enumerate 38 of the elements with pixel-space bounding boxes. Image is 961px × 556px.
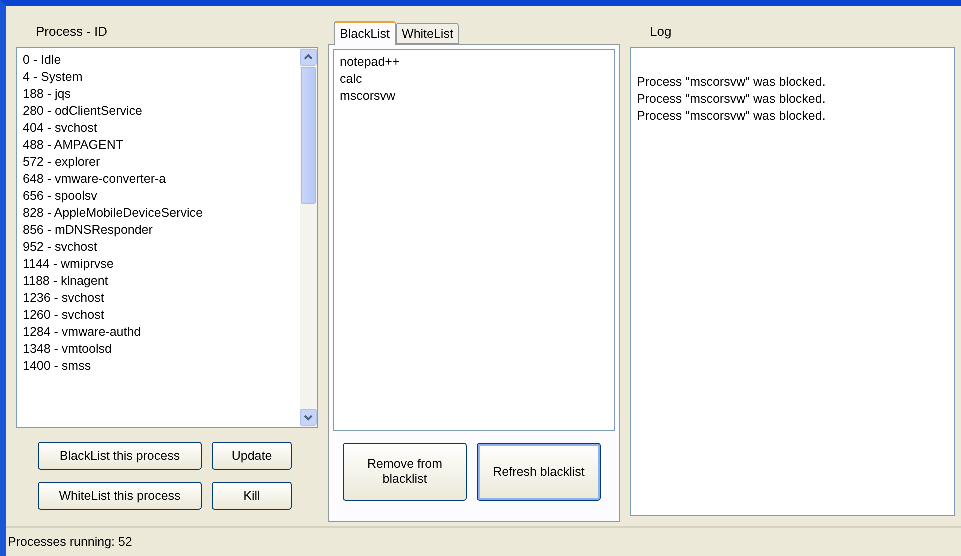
process-item[interactable]: 1348 - vmtoolsd [23,341,294,358]
tab[interactable]: BlackList [334,21,396,45]
process-item[interactable]: 1260 - svchost [23,307,294,324]
scroll-up-icon[interactable] [300,49,317,66]
process-item[interactable]: 1188 - klnagent [23,273,294,290]
list-item[interactable]: mscorsvw [340,88,608,105]
process-item[interactable]: 856 - mDNSResponder [23,222,294,239]
panel-title: Process - ID [35,23,109,41]
process-item[interactable]: 404 - svchost [23,120,294,137]
list-item[interactable]: notepad++ [340,54,608,71]
action-button[interactable]: WhiteList this process [38,482,202,510]
process-item[interactable]: 280 - odClientService [23,103,294,120]
log-line: Process "mscorsvw" was blocked. [637,91,827,108]
action-button[interactable]: Remove from blacklist [343,443,467,501]
process-item[interactable]: 648 - vmware-converter-a [23,171,294,188]
action-button[interactable]: Update [212,442,292,470]
process-item[interactable]: 4 - System [23,69,294,86]
process-item[interactable]: 1400 - smss [23,358,294,375]
action-button[interactable]: Kill [212,482,292,510]
log-line: Process "mscorsvw" was blocked. [637,108,827,125]
action-button[interactable]: BlackList this process [38,442,202,470]
process-item[interactable]: 488 - AMPAGENT [23,137,294,154]
list-item[interactable]: calc [340,71,608,88]
process-item[interactable]: 828 - AppleMobileDeviceService [23,205,294,222]
process-item[interactable]: 188 - jqs [23,86,294,103]
process-item[interactable]: 1284 - vmware-authd [23,324,294,341]
panel-title: Log [649,23,673,41]
scroll-down-icon[interactable] [300,409,317,426]
process-item[interactable]: 1144 - wmiprvse [23,256,294,273]
process-item[interactable]: 572 - explorer [23,154,294,171]
log-line: Process "mscorsvw" was blocked. [637,74,827,91]
action-button[interactable]: Refresh blacklist [477,443,601,501]
process-item[interactable]: 0 - Idle [23,52,294,69]
tab[interactable]: WhiteList [396,23,460,44]
scroll-thumb[interactable] [301,67,316,204]
process-item[interactable]: 656 - spoolsv [23,188,294,205]
process-item[interactable]: 952 - svchost [23,239,294,256]
process-item[interactable]: 1236 - svchost [23,290,294,307]
